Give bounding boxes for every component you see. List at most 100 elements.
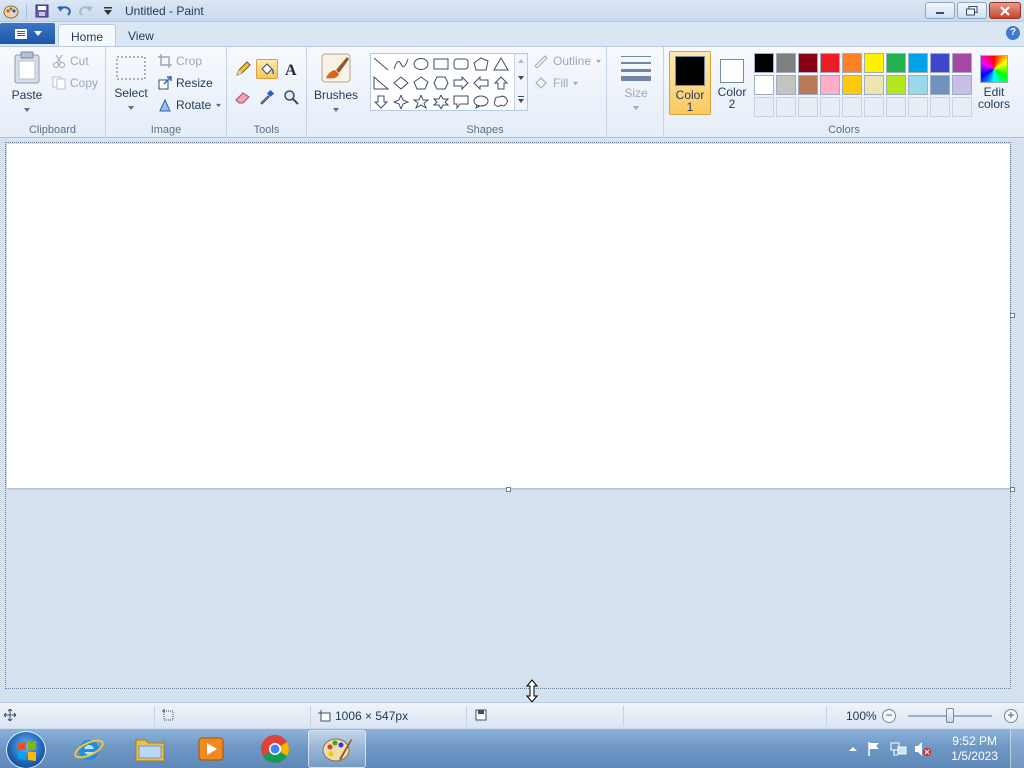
- show-desktop-button[interactable]: [1010, 729, 1024, 768]
- taskbar-internet-explorer[interactable]: [60, 730, 118, 768]
- zoom-slider-thumb[interactable]: [946, 708, 954, 723]
- right-triangle-shape[interactable]: [371, 73, 391, 92]
- canvas-right-handle[interactable]: [1010, 313, 1015, 318]
- drawing-canvas[interactable]: [7, 144, 1010, 488]
- palette-color-swatch[interactable]: [754, 53, 774, 73]
- palette-color-swatch[interactable]: [842, 53, 862, 73]
- six-point-star-shape[interactable]: [431, 92, 451, 111]
- taskbar-chrome[interactable]: [246, 730, 304, 768]
- oval-shape[interactable]: [411, 54, 431, 73]
- resize-button[interactable]: Resize: [158, 76, 213, 90]
- palette-color-swatch[interactable]: [820, 75, 840, 95]
- crop-button[interactable]: Crop: [158, 54, 202, 68]
- line-shape[interactable]: [371, 54, 391, 73]
- palette-color-swatch[interactable]: [952, 53, 972, 73]
- text-tool[interactable]: A: [280, 59, 302, 79]
- left-arrow-shape[interactable]: [471, 73, 491, 92]
- start-button[interactable]: [6, 731, 46, 768]
- shapes-scrollbar[interactable]: [514, 54, 527, 110]
- custom-color-slot[interactable]: [798, 97, 818, 117]
- up-arrow-shape[interactable]: [491, 73, 511, 92]
- size-button[interactable]: Size: [617, 53, 655, 114]
- redo-icon[interactable]: [77, 2, 95, 20]
- color-picker-tool[interactable]: [256, 87, 278, 107]
- palette-color-swatch[interactable]: [776, 53, 796, 73]
- help-icon[interactable]: ?: [1006, 26, 1020, 40]
- curve-shape[interactable]: [391, 54, 411, 73]
- palette-color-swatch[interactable]: [864, 53, 884, 73]
- palette-color-swatch[interactable]: [820, 53, 840, 73]
- color2-button[interactable]: Color 2: [713, 51, 751, 115]
- save-icon[interactable]: [33, 2, 51, 20]
- rect-callout-shape[interactable]: [451, 92, 471, 111]
- palette-color-swatch[interactable]: [864, 75, 884, 95]
- magnifier-tool[interactable]: [280, 87, 302, 107]
- palette-color-swatch[interactable]: [930, 75, 950, 95]
- palette-color-swatch[interactable]: [886, 75, 906, 95]
- fill-tool[interactable]: [256, 59, 278, 79]
- custom-color-slot[interactable]: [864, 97, 884, 117]
- palette-color-swatch[interactable]: [886, 53, 906, 73]
- taskbar-media-player[interactable]: [182, 730, 240, 768]
- custom-color-slot[interactable]: [952, 97, 972, 117]
- hexagon-shape[interactable]: [431, 73, 451, 92]
- down-arrow-shape[interactable]: [371, 92, 391, 111]
- paint-app-icon[interactable]: [2, 2, 20, 20]
- triangle-shape[interactable]: [491, 54, 511, 73]
- four-point-star-shape[interactable]: [391, 92, 411, 111]
- brushes-button[interactable]: Brushes: [312, 51, 360, 116]
- cut-button[interactable]: Cut: [52, 54, 89, 68]
- palette-color-swatch[interactable]: [754, 75, 774, 95]
- copy-button[interactable]: Copy: [52, 76, 98, 90]
- taskbar-clock[interactable]: 9:52 PM 1/5/2023: [951, 734, 998, 764]
- pencil-tool[interactable]: [232, 59, 254, 79]
- select-button[interactable]: Select: [112, 55, 150, 114]
- undo-icon[interactable]: [55, 2, 73, 20]
- taskbar-paint[interactable]: [308, 730, 366, 768]
- five-point-star-shape[interactable]: [411, 92, 431, 111]
- network-icon[interactable]: [890, 741, 908, 760]
- zoom-out-button[interactable]: −: [882, 709, 896, 723]
- custom-color-slot[interactable]: [820, 97, 840, 117]
- diamond-shape[interactable]: [391, 73, 411, 92]
- fill-button[interactable]: Fill: [533, 76, 579, 90]
- restore-button[interactable]: [957, 2, 987, 19]
- show-hidden-icons-icon[interactable]: [848, 743, 858, 757]
- canvas-bottom-handle[interactable]: [506, 487, 511, 492]
- rectangle-shape[interactable]: [431, 54, 451, 73]
- eraser-tool[interactable]: [232, 87, 254, 107]
- custom-color-slot[interactable]: [908, 97, 928, 117]
- polygon-shape[interactable]: [471, 54, 491, 73]
- taskbar-file-explorer[interactable]: [121, 730, 179, 768]
- rounded-rectangle-shape[interactable]: [451, 54, 471, 73]
- zoom-in-button[interactable]: +: [1004, 709, 1018, 723]
- paint-menu-button[interactable]: [0, 23, 55, 44]
- edit-colors-button[interactable]: Edit colors: [975, 51, 1013, 115]
- tab-home[interactable]: Home: [58, 24, 117, 46]
- palette-color-swatch[interactable]: [842, 75, 862, 95]
- canvas-corner-handle[interactable]: [1010, 487, 1015, 492]
- outline-button[interactable]: Outline: [533, 54, 602, 68]
- palette-color-swatch[interactable]: [776, 75, 796, 95]
- palette-color-swatch[interactable]: [952, 75, 972, 95]
- minimize-button[interactable]: [925, 2, 955, 19]
- palette-color-swatch[interactable]: [930, 53, 950, 73]
- palette-color-swatch[interactable]: [908, 53, 928, 73]
- pentagon-shape[interactable]: [411, 73, 431, 92]
- volume-muted-icon[interactable]: [914, 741, 932, 760]
- customize-qat-icon[interactable]: [99, 2, 117, 20]
- rotate-button[interactable]: Rotate: [158, 98, 222, 112]
- palette-color-swatch[interactable]: [798, 75, 818, 95]
- palette-color-swatch[interactable]: [798, 53, 818, 73]
- right-arrow-shape[interactable]: [451, 73, 471, 92]
- oval-callout-shape[interactable]: [471, 92, 491, 111]
- palette-color-swatch[interactable]: [908, 75, 928, 95]
- custom-color-slot[interactable]: [886, 97, 906, 117]
- tab-view[interactable]: View: [116, 24, 166, 46]
- custom-color-slot[interactable]: [842, 97, 862, 117]
- paste-button[interactable]: Paste: [6, 51, 48, 116]
- close-button[interactable]: [989, 2, 1021, 19]
- custom-color-slot[interactable]: [776, 97, 796, 117]
- action-center-flag-icon[interactable]: [866, 741, 882, 760]
- cloud-callout-shape[interactable]: [491, 92, 511, 111]
